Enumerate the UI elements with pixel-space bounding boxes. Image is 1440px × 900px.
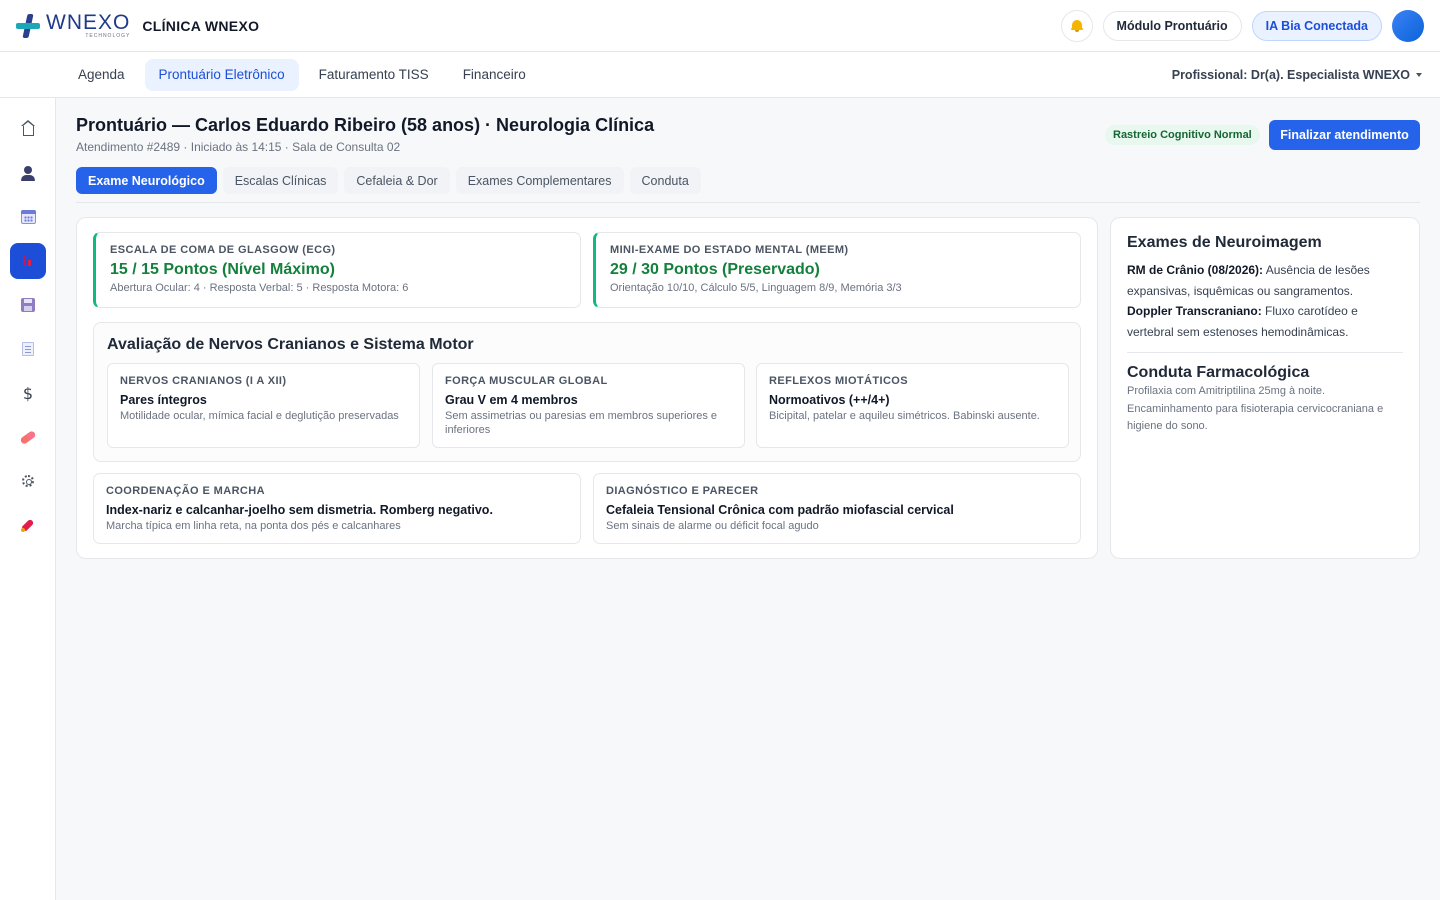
mini-detail: Bicipital, patelar e aquileu simétricos.… (769, 410, 1040, 422)
calendar-icon (20, 210, 36, 224)
side-panel: Exames de Neuroimagem RM de Crânio (08/2… (1110, 217, 1420, 559)
clinic-name: CLÍNICA WNEXO (142, 17, 260, 34)
sidebar-item-settings[interactable] (10, 463, 46, 499)
rm-entry: RM de Crânio (08/2026): Ausência de lesõ… (1127, 260, 1403, 301)
sidebar-item-launch[interactable] (10, 507, 46, 543)
section-title: Avaliação de Nervos Cranianos e Sistema … (107, 336, 474, 353)
avatar[interactable] (1392, 9, 1424, 42)
mini-detail: Sem assimetrias ou paresias em membros s… (445, 410, 718, 436)
doppler-entry: Doppler Transcraniano: Fluxo carotídeo e… (1127, 301, 1403, 342)
panel-divider (1127, 352, 1403, 353)
score-value: 15 / 15 Pontos (Nível Máximo) (110, 261, 335, 278)
score-label: ESCALA DE COMA DE GLASGOW (ECG) (110, 244, 336, 256)
home-icon (20, 120, 35, 136)
tab-conduta[interactable]: Conduta (629, 167, 701, 194)
conduta-line-1: Profilaxia com Amitriptilina 25mg à noit… (1127, 385, 1326, 397)
diagnosis-card: DIAGNÓSTICO E PARECER Cefaleia Tensional… (593, 473, 1081, 544)
tabs-divider (76, 202, 1420, 203)
sidebar-item-pharmacy[interactable] (10, 419, 46, 455)
sidebar-item-charts[interactable] (10, 243, 46, 279)
mini-value: Pares íntegros (120, 393, 207, 407)
mini-value: Grau V em 4 membros (445, 393, 578, 407)
document-icon (22, 342, 34, 356)
logo-subtitle: TECHNOLOGY (85, 33, 131, 39)
sidebar-item-calendar[interactable] (10, 199, 46, 235)
score-label: MINI-EXAME DO ESTADO MENTAL (MEEM) (610, 244, 849, 256)
conduta-title: Conduta Farmacológica (1127, 364, 1310, 381)
sidebar: $ (0, 98, 56, 900)
mini-detail: Motilidade ocular, mímica facial e deglu… (120, 410, 399, 422)
save-disk-icon (21, 298, 35, 312)
mini-value: Normoativos (++/4+) (769, 393, 890, 407)
record-tabs: Exame Neurológico Escalas Clínicas Cefal… (76, 167, 701, 194)
rocket-icon (21, 518, 35, 532)
sidebar-item-home[interactable] (10, 111, 46, 147)
mini-value: Cefaleia Tensional Crônica com padrão mi… (606, 503, 954, 517)
pill-icon (19, 429, 37, 445)
sidebar-item-finance[interactable]: $ (10, 375, 46, 411)
mini-detail: Sem sinais de alarme ou déficit focal ag… (606, 520, 819, 532)
glasgow-score-card: ESCALA DE COMA DE GLASGOW (ECG) 15 / 15 … (93, 232, 581, 308)
meem-score-card: MINI-EXAME DO ESTADO MENTAL (MEEM) 29 / … (593, 232, 1081, 308)
tab-exames-complementares[interactable]: Exames Complementares (455, 167, 624, 194)
mini-label: REFLEXOS MIOTÁTICOS (769, 375, 908, 387)
finalize-button[interactable]: Finalizar atendimento (1269, 120, 1420, 150)
cranial-nerves-card: NERVOS CRANIANOS (I A XII) Pares íntegro… (107, 363, 420, 448)
status-badge: Rastreio Cognitivo Normal (1105, 125, 1260, 145)
user-icon (21, 165, 35, 181)
professional-label: Profissional: Dr(a). Especialista WNEXO (1171, 67, 1410, 82)
muscle-strength-card: FORÇA MUSCULAR GLOBAL Grau V em 4 membro… (432, 363, 745, 448)
nav-tab-prontuario[interactable]: Prontuário Eletrônico (144, 58, 299, 91)
coordination-card: COORDENAÇÃO E MARCHA Index-nariz e calca… (93, 473, 581, 544)
mini-label: COORDENAÇÃO E MARCHA (106, 485, 265, 497)
main-nav: Agenda Prontuário Eletrônico Faturamento… (0, 52, 1440, 98)
chevron-down-icon (1416, 72, 1422, 77)
brand-logo[interactable]: WNEXO TECHNOLOGY (16, 12, 130, 39)
cross-logo-icon (16, 13, 40, 38)
tab-exame-neurologico[interactable]: Exame Neurológico (76, 167, 217, 194)
mini-label: NERVOS CRANIANOS (I A XII) (120, 375, 287, 387)
mini-value: Index-nariz e calcanhar-joelho sem disme… (106, 503, 493, 517)
gear-icon (22, 475, 34, 487)
doppler-label: Doppler Transcraniano: (1127, 304, 1262, 318)
tab-escalas-clinicas[interactable]: Escalas Clínicas (222, 167, 339, 194)
logo-word: WNEXO (46, 11, 131, 34)
conduta-line-2: Encaminhamento para fisioterapia cervico… (1127, 402, 1384, 433)
nerves-motor-section: Avaliação de Nervos Cranianos e Sistema … (93, 322, 1081, 462)
top-bar: WNEXO TECHNOLOGY CLÍNICA WNEXO Módulo Pr… (0, 0, 1440, 52)
tab-cefaleia-dor[interactable]: Cefaleia & Dor (344, 167, 450, 194)
nav-tab-financeiro[interactable]: Financeiro (449, 59, 540, 91)
notifications-button[interactable] (1060, 9, 1093, 42)
score-detail: Orientação 10/10, Cálculo 5/5, Linguagem… (610, 282, 902, 294)
score-value: 29 / 30 Pontos (Preservado) (610, 261, 820, 278)
bell-icon (1070, 19, 1083, 32)
sidebar-item-records[interactable] (10, 287, 46, 323)
rm-label: RM de Crânio (08/2026): (1127, 263, 1264, 277)
nav-tab-agenda[interactable]: Agenda (64, 59, 139, 91)
sidebar-item-patients[interactable] (10, 155, 46, 191)
sidebar-item-documents[interactable] (10, 331, 46, 367)
mini-label: DIAGNÓSTICO E PARECER (606, 485, 759, 497)
professional-selector[interactable]: Profissional: Dr(a). Especialista WNEXO (1172, 68, 1422, 82)
page-title: Prontuário — Carlos Eduardo Ribeiro (58 … (76, 115, 655, 135)
mini-detail: Marcha típica em linha reta, na ponta do… (106, 520, 401, 532)
reflexes-card: REFLEXOS MIOTÁTICOS Normoativos (++/4+) … (756, 363, 1069, 448)
ia-status-button[interactable]: IA Bia Conectada (1251, 10, 1382, 41)
neuroimaging-text: RM de Crânio (08/2026): Ausência de lesõ… (1127, 260, 1403, 342)
page-subtitle: Atendimento #2489 · Iniciado às 14:15 · … (76, 140, 401, 154)
dollar-icon: $ (22, 383, 34, 403)
neuroimaging-title: Exames de Neuroimagem (1127, 234, 1322, 251)
module-button[interactable]: Módulo Prontuário (1102, 10, 1242, 41)
score-detail: Abertura Ocular: 4 · Resposta Verbal: 5 … (110, 282, 409, 294)
nav-tab-faturamento[interactable]: Faturamento TISS (305, 59, 443, 91)
conduta-text: Profilaxia com Amitriptilina 25mg à noit… (1127, 383, 1403, 436)
neuro-exam-card: ESCALA DE COMA DE GLASGOW (ECG) 15 / 15 … (76, 217, 1098, 559)
chart-icon (21, 254, 35, 268)
mini-label: FORÇA MUSCULAR GLOBAL (445, 375, 608, 387)
